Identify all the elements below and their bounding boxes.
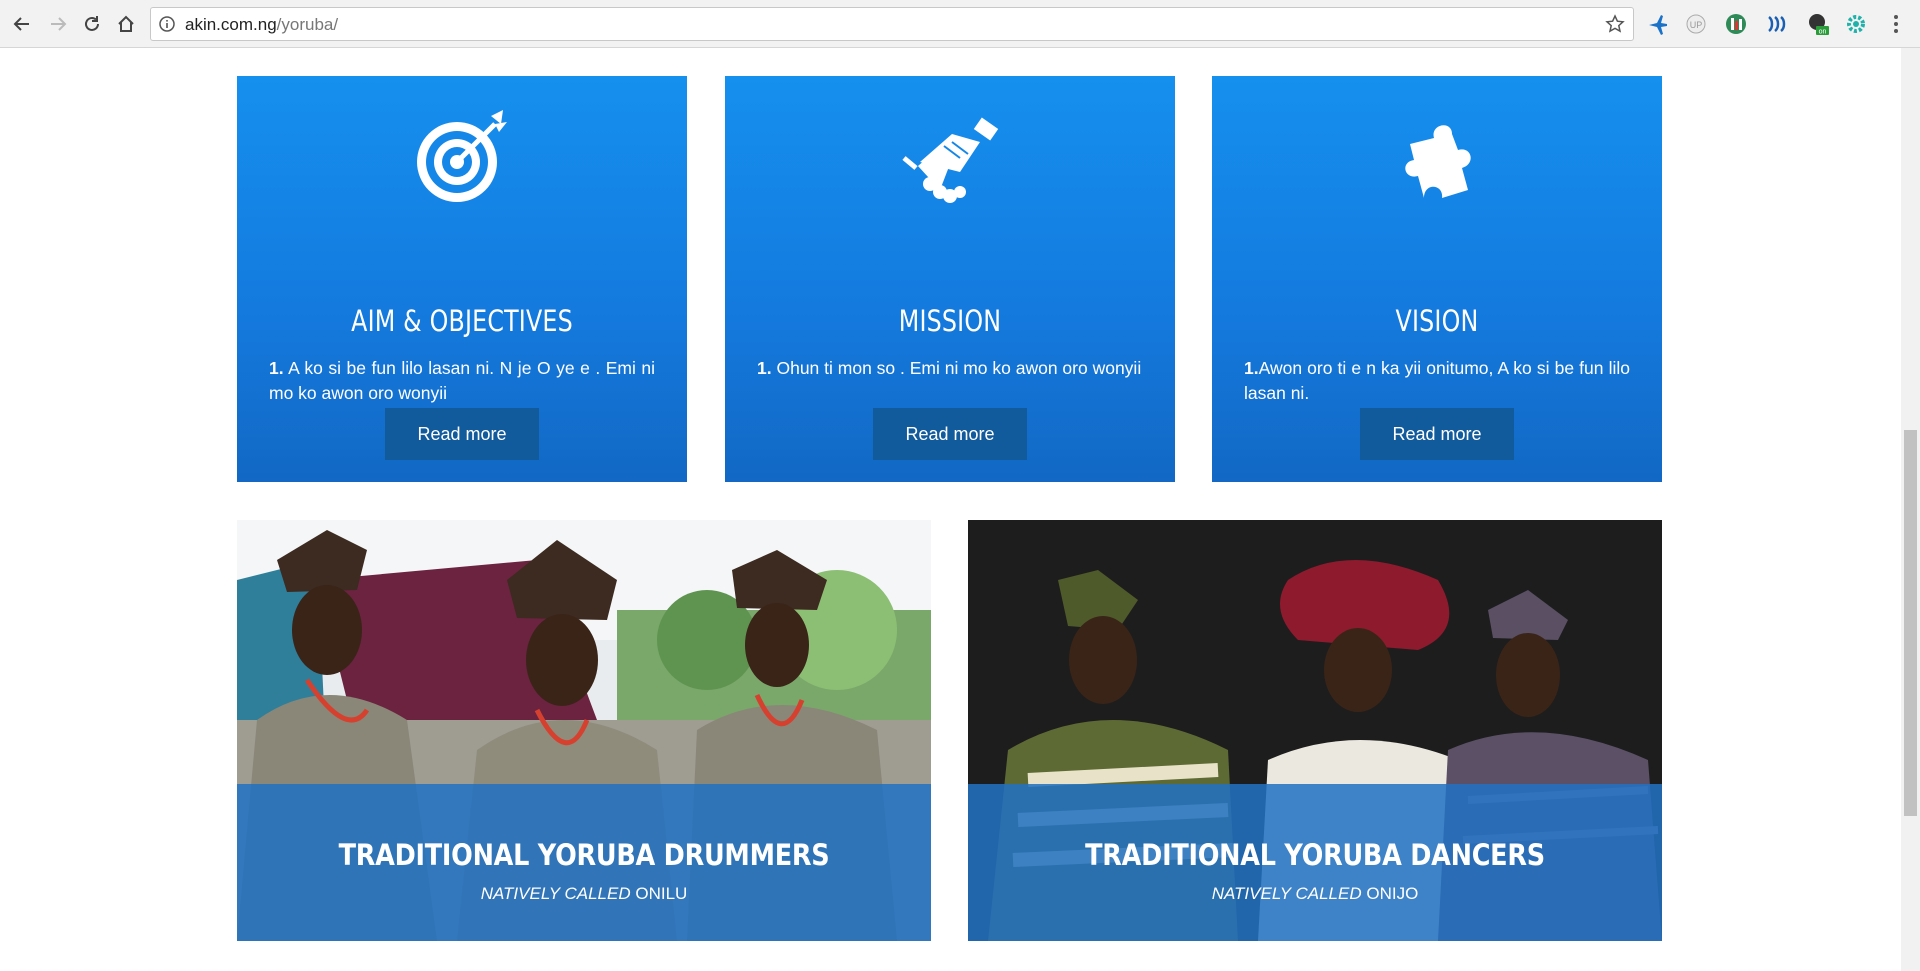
target-icon bbox=[237, 102, 687, 212]
tile-caption: TRADITIONAL YORUBA DANCERS NATIVELY CALL… bbox=[968, 784, 1662, 941]
read-more-button[interactable]: Read more bbox=[385, 408, 539, 460]
card-aim-objectives: AIM & OBJECTIVES 1. A ko si be fun lilo … bbox=[237, 76, 687, 482]
card-text: 1.Awon oro ti e n ka yii onitumo, A ko s… bbox=[1244, 358, 1630, 403]
extension-plane-icon[interactable] bbox=[1646, 12, 1670, 36]
tile-subtitle: NATIVELY CALLED ONIJO bbox=[1211, 884, 1419, 903]
card-title: AIM & OBJECTIVES bbox=[351, 304, 573, 338]
tile-subtitle: NATIVELY CALLED ONILU bbox=[480, 884, 688, 903]
read-more-button[interactable]: Read more bbox=[873, 408, 1027, 460]
menu-kebab-icon[interactable] bbox=[1884, 12, 1908, 36]
info-icon[interactable] bbox=[159, 16, 175, 37]
puzzle-icon bbox=[1212, 102, 1662, 212]
url-text: akin.com.ng/yoruba/ bbox=[185, 15, 339, 34]
card-title: VISION bbox=[1395, 304, 1479, 338]
forward-icon[interactable] bbox=[44, 10, 72, 38]
card-text: 1. A ko si be fun lilo lasan ni. N je O … bbox=[269, 358, 655, 403]
card-mission: MISSION 1. Ohun ti mon so . Emi ni mo ko… bbox=[725, 76, 1175, 482]
card-title: MISSION bbox=[898, 304, 1002, 338]
read-more-button[interactable]: Read more bbox=[1360, 408, 1514, 460]
extension-stats-icon[interactable] bbox=[1724, 12, 1748, 36]
extension-globe-on-icon[interactable]: on bbox=[1806, 12, 1830, 36]
card-text: 1. Ohun ti mon so . Emi ni mo ko awon or… bbox=[757, 358, 1142, 378]
svg-text:UP: UP bbox=[1690, 20, 1703, 30]
card-vision: VISION 1.Awon oro ti e n ka yii onitumo,… bbox=[1212, 76, 1662, 482]
extension-up-icon[interactable]: UP bbox=[1684, 12, 1708, 36]
tile-dancers[interactable]: TRADITIONAL YORUBA DANCERS NATIVELY CALL… bbox=[968, 520, 1662, 941]
home-icon[interactable] bbox=[112, 10, 140, 38]
reload-icon[interactable] bbox=[78, 10, 106, 38]
tile-drummers[interactable]: TRADITIONAL YORUBA DRUMMERS NATIVELY CAL… bbox=[237, 520, 931, 941]
address-bar[interactable]: akin.com.ng/yoruba/ bbox=[150, 7, 1634, 41]
extension-gear-icon[interactable] bbox=[1844, 12, 1868, 36]
back-icon[interactable] bbox=[8, 10, 36, 38]
browser-toolbar: akin.com.ng/yoruba/ UP on bbox=[0, 0, 1920, 48]
page-scrollbar[interactable] bbox=[1901, 48, 1920, 971]
tile-title: TRADITIONAL YORUBA DRUMMERS bbox=[338, 838, 830, 872]
bookmark-star-icon[interactable] bbox=[1605, 14, 1625, 39]
tile-caption: TRADITIONAL YORUBA DRUMMERS NATIVELY CAL… bbox=[237, 784, 931, 941]
extension-steem-icon[interactable] bbox=[1764, 12, 1788, 36]
tile-title: TRADITIONAL YORUBA DANCERS bbox=[1085, 838, 1545, 872]
scrollbar-thumb[interactable] bbox=[1904, 430, 1917, 816]
svg-text:on: on bbox=[1819, 29, 1827, 36]
handshake-icon bbox=[725, 102, 1175, 212]
